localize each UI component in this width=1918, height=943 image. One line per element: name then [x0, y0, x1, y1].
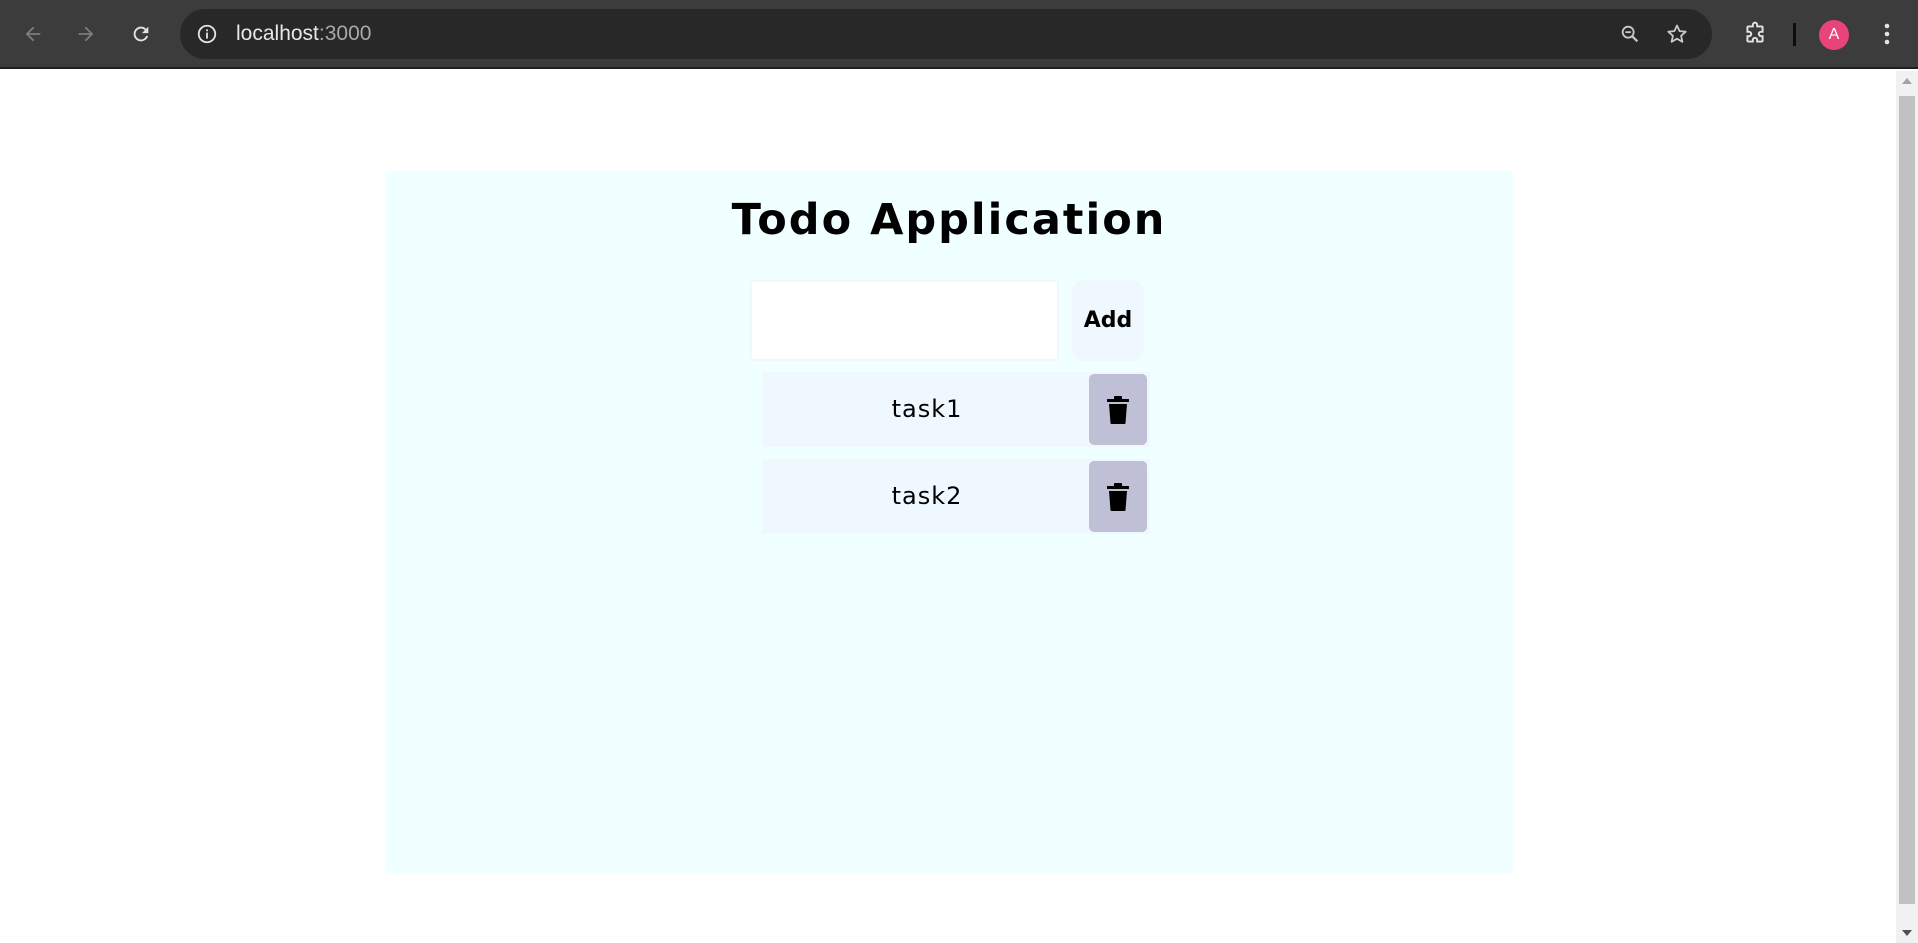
- add-button[interactable]: Add: [1072, 280, 1144, 361]
- scrollbar-thumb[interactable]: [1899, 96, 1915, 904]
- task-input[interactable]: [750, 280, 1059, 361]
- reload-icon: [133, 26, 149, 42]
- list-item: task2: [762, 459, 1150, 534]
- arrow-right-icon: [78, 26, 94, 42]
- scroll-up-arrow-icon[interactable]: [1896, 71, 1918, 91]
- task-label: task2: [891, 482, 963, 510]
- page-viewport: Todo Application Add task1 task2: [0, 71, 1896, 943]
- task-list: task1 task2: [762, 372, 1150, 546]
- puzzle-icon[interactable]: [1738, 17, 1772, 51]
- url-port: :3000: [318, 22, 372, 45]
- list-item: task1: [762, 372, 1150, 447]
- star-icon[interactable]: [1664, 21, 1690, 47]
- reload-button[interactable]: [124, 17, 158, 51]
- arrow-left-icon: [25, 26, 41, 42]
- forward-button[interactable]: [69, 17, 103, 51]
- url-host: localhost: [236, 22, 319, 45]
- browser-toolbar: localhost:3000 A: [0, 0, 1918, 69]
- scroll-down-arrow-icon[interactable]: [1896, 923, 1918, 943]
- task-label: task1: [891, 395, 963, 423]
- todo-app-container: Todo Application Add task1 task2: [385, 171, 1513, 873]
- back-button[interactable]: [16, 17, 50, 51]
- delete-button[interactable]: [1089, 374, 1147, 445]
- toolbar-divider: [1793, 23, 1796, 46]
- trash-icon: [1107, 395, 1129, 424]
- info-circle-icon[interactable]: [194, 21, 220, 47]
- kebab-menu-icon[interactable]: [1870, 17, 1904, 51]
- avatar[interactable]: A: [1819, 20, 1849, 50]
- url-text[interactable]: localhost:3000: [236, 22, 371, 46]
- address-bar[interactable]: localhost:3000: [180, 9, 1712, 59]
- page-scrollbar[interactable]: [1896, 71, 1918, 943]
- delete-button[interactable]: [1089, 461, 1147, 532]
- zoom-out-icon[interactable]: [1617, 21, 1643, 47]
- page-title: Todo Application: [731, 195, 1167, 245]
- trash-icon: [1107, 482, 1129, 511]
